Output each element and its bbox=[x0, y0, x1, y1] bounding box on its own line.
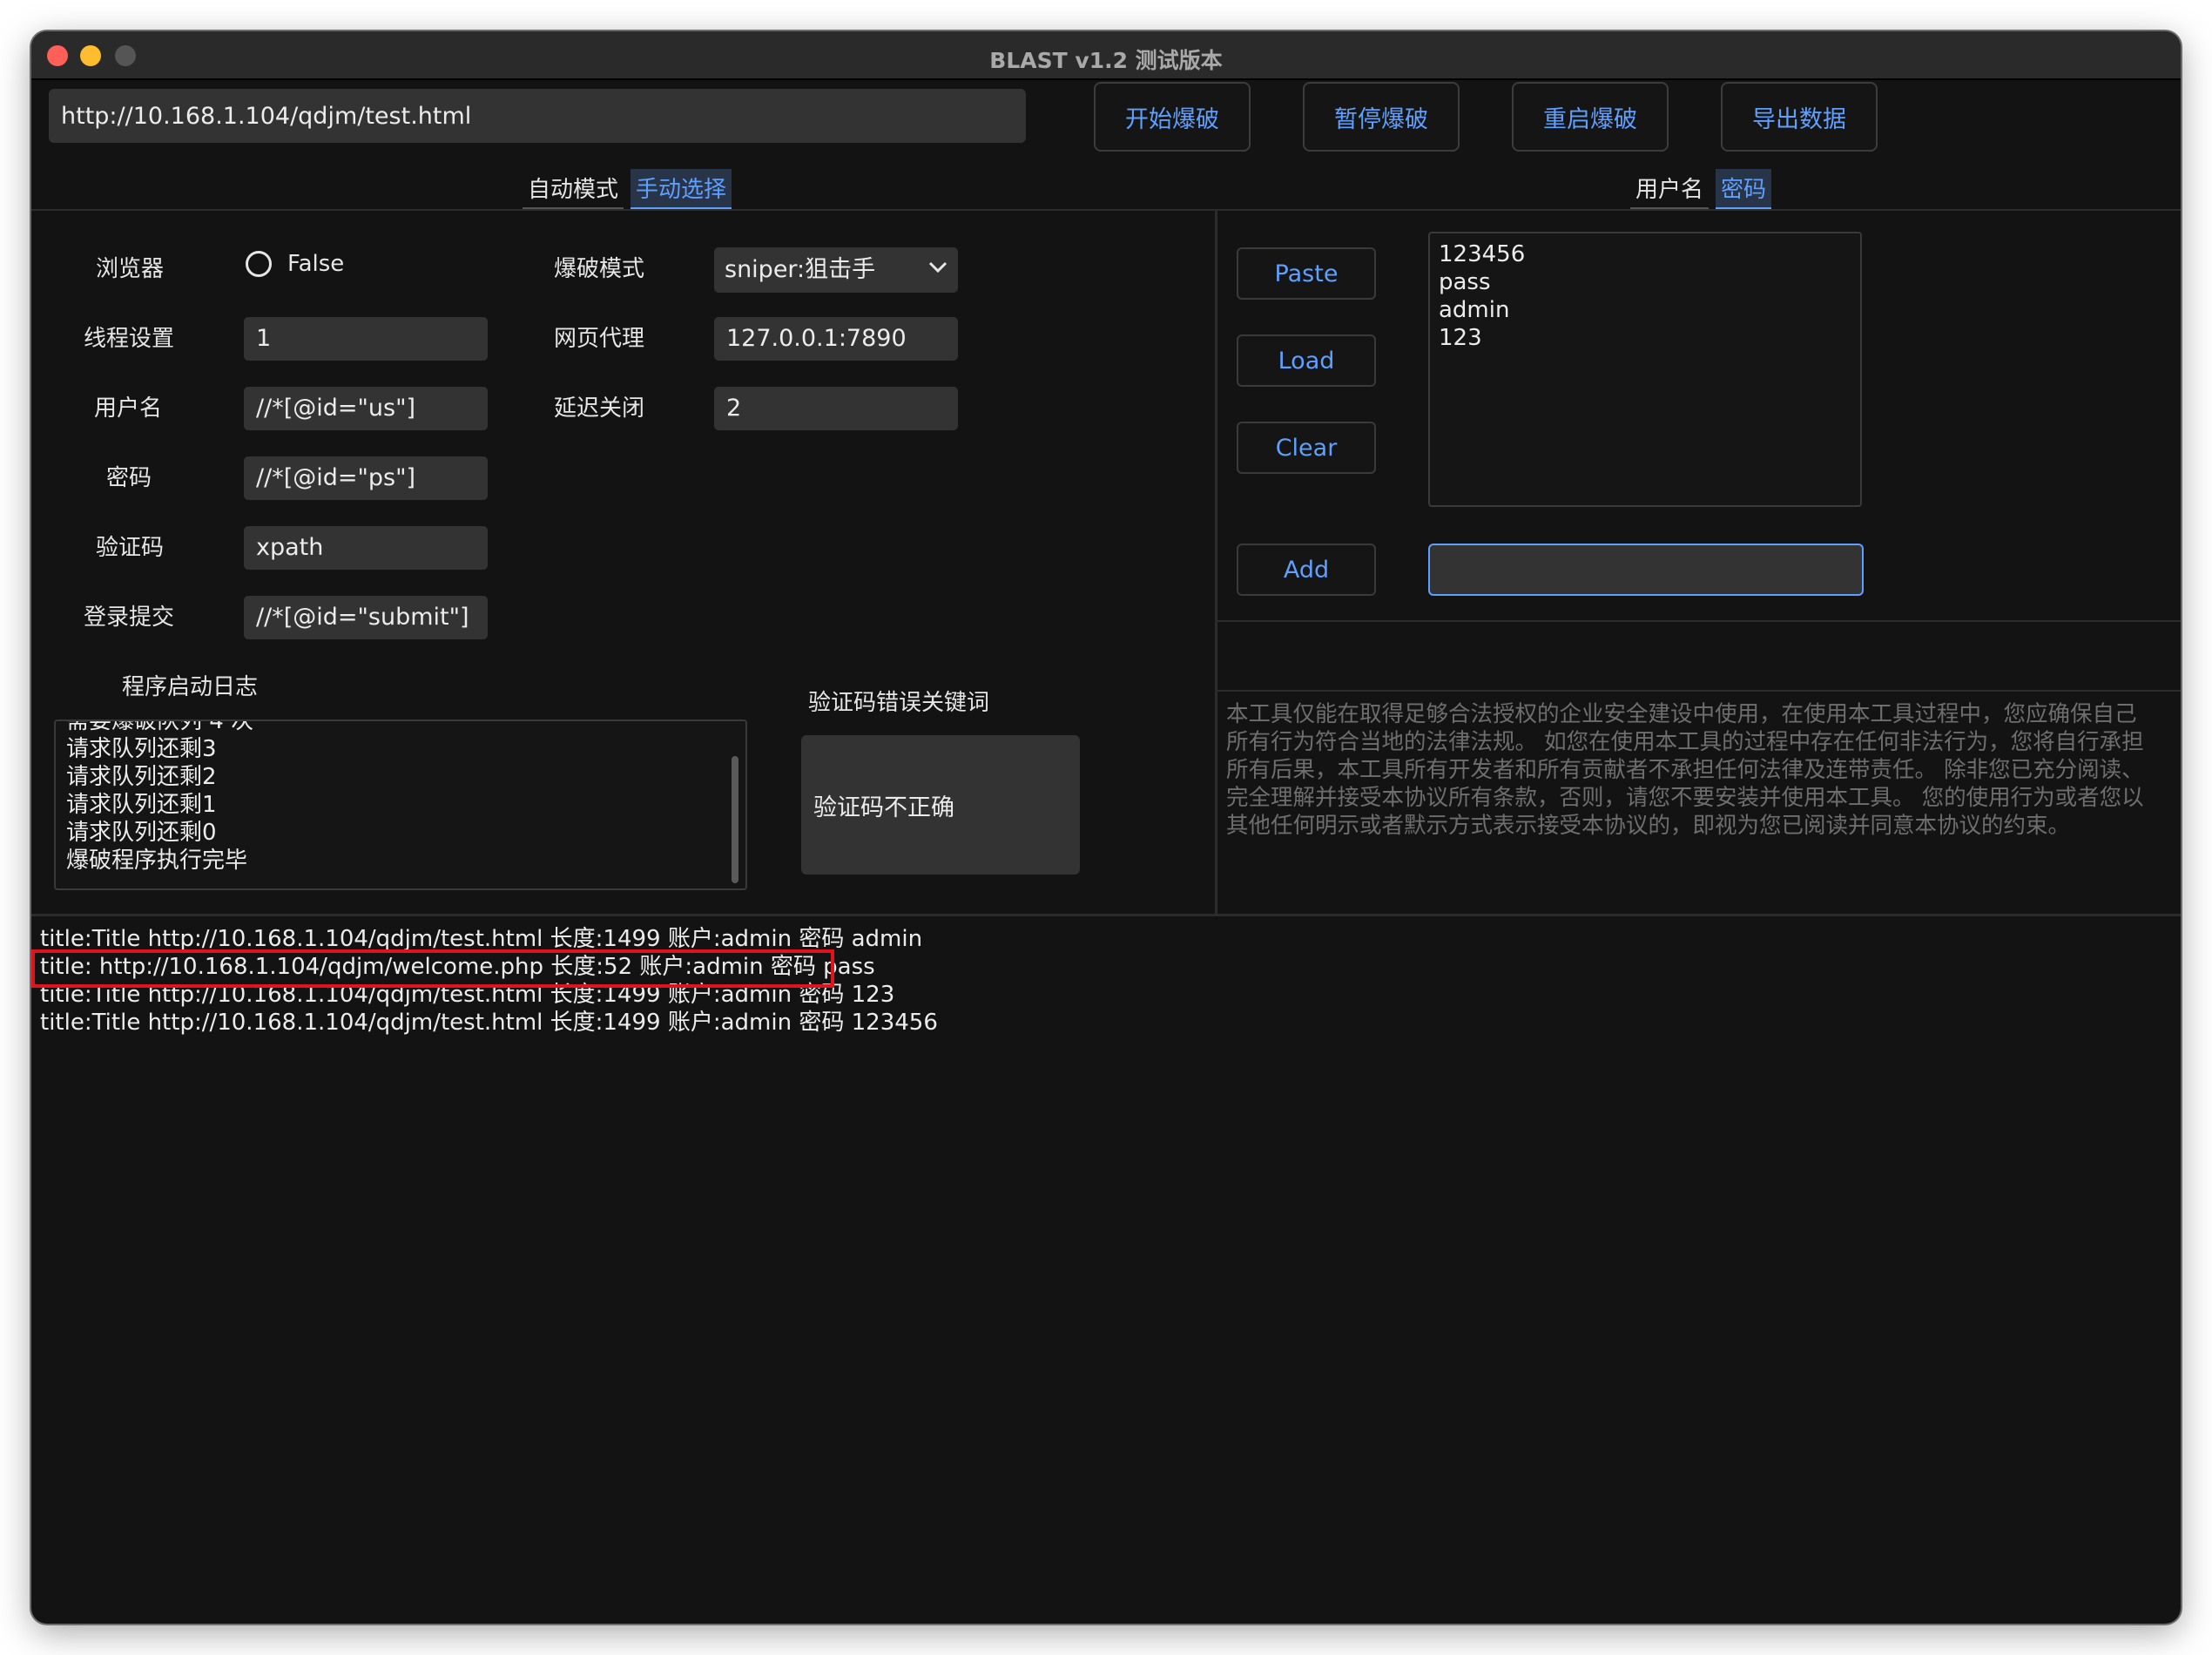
window-title: BLAST v1.2 测试版本 bbox=[989, 48, 1223, 73]
threads-input[interactable]: 1 bbox=[244, 317, 488, 361]
browser-radio[interactable] bbox=[246, 251, 272, 277]
browser-value: False bbox=[287, 251, 345, 277]
startup-log-lines: 需要爆破队列 4 次 请求队列还剩3 请求队列还剩2 请求队列还剩1 请求队列还… bbox=[66, 719, 254, 875]
load-button[interactable]: Load bbox=[1237, 334, 1376, 387]
wordlist-entry: admin bbox=[1439, 297, 1510, 323]
wordlist-entry: 123 bbox=[1439, 325, 1482, 351]
submit-xpath-input[interactable]: //*[@id="submit"] bbox=[244, 596, 488, 639]
export-data-button[interactable]: 导出数据 bbox=[1721, 82, 1878, 152]
success-highlight-box bbox=[31, 949, 834, 988]
brute-mode-label: 爆破模式 bbox=[554, 256, 645, 282]
proxy-label: 网页代理 bbox=[554, 326, 645, 352]
password-xpath-label: 密码 bbox=[106, 465, 152, 491]
disclaimer-line: 所有后果，本工具所有开发者和所有贡献者不承担任何法律及连带责任。 除非您已充分阅… bbox=[1226, 757, 2144, 783]
startup-log-box[interactable]: 需要爆破队列 4 次 请求队列还剩3 请求队列还剩2 请求队列还剩1 请求队列还… bbox=[54, 719, 747, 890]
tab-password-dict[interactable]: 密码 bbox=[1716, 169, 1772, 211]
captcha-error-keyword: 验证码不正确 bbox=[813, 794, 954, 821]
add-button[interactable]: Add bbox=[1237, 544, 1376, 596]
disclaimer-line: 本工具仅能在取得足够合法授权的企业安全建设中使用，在使用本工具过程中，您应确保自… bbox=[1226, 701, 2137, 727]
delay-close-label: 延迟关闭 bbox=[554, 395, 645, 422]
result-row: title:Title http://10.168.1.104/qdjm/tes… bbox=[40, 1010, 938, 1036]
restart-brute-button[interactable]: 重启爆破 bbox=[1512, 82, 1669, 152]
wordlist-entry: pass bbox=[1439, 269, 1491, 295]
brute-mode-value: sniper:狙击手 bbox=[725, 256, 876, 283]
add-word-input[interactable] bbox=[1428, 544, 1864, 596]
submit-xpath-label: 登录提交 bbox=[84, 605, 175, 631]
log-line: 请求队列还剩3 bbox=[66, 736, 217, 762]
start-brute-button[interactable]: 开始爆破 bbox=[1094, 82, 1251, 152]
mode-tabs: 自动模式 手动选择 bbox=[523, 169, 738, 211]
title-bar: BLAST v1.2 测试版本 bbox=[31, 31, 2181, 80]
wordlist-entry: 123456 bbox=[1439, 241, 1526, 267]
captcha-error-keyword-input[interactable]: 验证码不正确 bbox=[801, 735, 1080, 875]
tab-manual-select[interactable]: 手动选择 bbox=[631, 169, 732, 211]
log-line: 爆破程序执行完毕 bbox=[66, 848, 248, 874]
delay-close-input[interactable]: 2 bbox=[714, 387, 958, 430]
password-wordlist[interactable]: 123456 pass admin 123 bbox=[1428, 232, 1862, 507]
log-line: 请求队列还剩1 bbox=[66, 792, 217, 818]
disclaimer-line: 其他任何明示或者默示方式表示接受本协议的，即视为您已阅读并同意本协议的约束。 bbox=[1226, 813, 2071, 839]
app-window: BLAST v1.2 测试版本 开始爆破 暂停爆破 重启爆破 导出数据 自动模式… bbox=[31, 31, 2181, 1624]
browser-label: 浏览器 bbox=[96, 256, 165, 282]
pause-brute-button[interactable]: 暂停爆破 bbox=[1303, 82, 1460, 152]
log-line: 请求队列还剩0 bbox=[66, 820, 217, 846]
dictionary-tabs: 用户名 密码 bbox=[1630, 169, 1778, 211]
disclaimer-line: 所有行为符合当地的法律法规。 如您在使用本工具的过程中存在任何非法行为，您将自行… bbox=[1226, 729, 2144, 755]
clear-button[interactable]: Clear bbox=[1237, 422, 1376, 474]
threads-label: 线程设置 bbox=[84, 326, 175, 352]
captcha-error-label: 验证码错误关键词 bbox=[808, 690, 990, 716]
log-line: 请求队列还剩2 bbox=[66, 764, 217, 790]
disclaimer-line: 完全理解并接受本协议所有条款，否则，请您不要安装并使用本工具。 您的使用行为或者… bbox=[1226, 785, 2144, 811]
brute-mode-select[interactable]: sniper:狙击手 bbox=[714, 247, 958, 293]
password-xpath-input[interactable]: //*[@id="ps"] bbox=[244, 456, 488, 500]
log-line: 需要爆破队列 4 次 bbox=[66, 719, 254, 734]
proxy-input[interactable]: 127.0.0.1:7890 bbox=[714, 317, 958, 361]
captcha-xpath-input[interactable]: xpath bbox=[244, 526, 488, 570]
captcha-xpath-label: 验证码 bbox=[96, 535, 165, 561]
startup-log-label: 程序启动日志 bbox=[122, 674, 259, 700]
disclaimer-text: 本工具仅能在取得足够合法授权的企业安全建设中使用，在使用本工具过程中，您应确保自… bbox=[1226, 700, 2175, 840]
paste-button[interactable]: Paste bbox=[1237, 247, 1376, 300]
tab-username-dict[interactable]: 用户名 bbox=[1630, 169, 1710, 211]
tab-auto-mode[interactable]: 自动模式 bbox=[523, 169, 624, 211]
target-url-input[interactable] bbox=[49, 89, 1026, 143]
log-scrollbar[interactable] bbox=[732, 756, 738, 883]
username-xpath-label: 用户名 bbox=[94, 395, 163, 422]
chevron-down-icon bbox=[928, 261, 948, 274]
username-xpath-input[interactable]: //*[@id="us"] bbox=[244, 387, 488, 430]
